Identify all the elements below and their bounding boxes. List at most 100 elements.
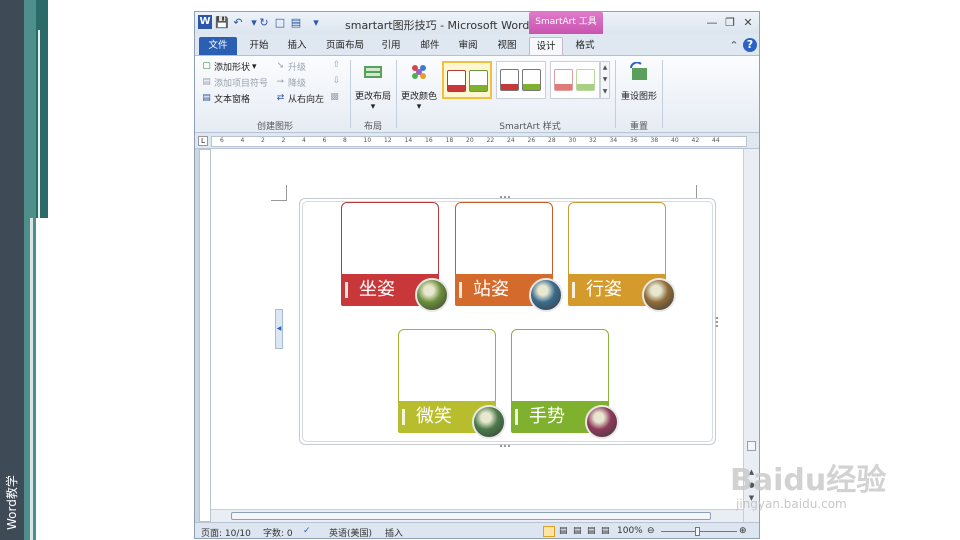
- card-photo-circle[interactable]: [585, 405, 619, 439]
- tab-page-layout[interactable]: 页面布局: [323, 37, 367, 55]
- smartart-card-1[interactable]: 坐姿: [341, 202, 449, 312]
- ruler-number: 2: [281, 137, 286, 144]
- ruler-number: 24: [507, 137, 515, 144]
- card-picture-placeholder[interactable]: [455, 202, 553, 284]
- draft-view-icon[interactable]: ▤: [601, 526, 610, 536]
- add-shape-button[interactable]: ▢ 添加形状 ▾: [201, 60, 256, 73]
- ruler-number: 22: [486, 137, 495, 144]
- smartart-card-2[interactable]: 站姿: [455, 202, 563, 312]
- word-app-icon[interactable]: W: [198, 15, 212, 29]
- new-document-icon[interactable]: □: [273, 16, 287, 30]
- card-text[interactable]: 行姿: [586, 279, 622, 300]
- right-to-left-label: 从右向左: [288, 95, 325, 105]
- tab-selector[interactable]: L: [198, 136, 208, 146]
- text-pane-icon: ▤: [202, 93, 211, 103]
- web-layout-view-icon[interactable]: ▤: [573, 526, 582, 536]
- text-pane-button[interactable]: ▤ 文本窗格: [201, 92, 250, 105]
- save-icon[interactable]: 💾: [215, 16, 229, 30]
- card-text[interactable]: 微笑: [416, 406, 452, 427]
- add-bullet-button[interactable]: ▤ 添加项目符号: [201, 76, 268, 89]
- card-photo-circle[interactable]: [472, 405, 506, 439]
- smartart-style-1[interactable]: [442, 61, 492, 99]
- document-page[interactable]: ◀ 坐姿 站姿 行姿 微笑 手势: [211, 149, 743, 522]
- smartart-style-3[interactable]: [550, 61, 600, 99]
- print-layout-view-icon[interactable]: [543, 526, 555, 537]
- horizontal-scrollbar[interactable]: [211, 509, 743, 522]
- card-picture-placeholder[interactable]: [341, 202, 439, 284]
- smartart-tools-context-tab: SmartArt 工具: [529, 12, 603, 34]
- card-photo-circle[interactable]: [642, 278, 676, 312]
- smartart-frame[interactable]: 坐姿 站姿 行姿 微笑 手势: [299, 196, 718, 447]
- tab-insert[interactable]: 插入: [283, 37, 311, 55]
- tab-view[interactable]: 视图: [493, 37, 521, 55]
- ribbon-collapse-icon[interactable]: ⌃: [727, 39, 741, 53]
- redo-icon[interactable]: ↻: [257, 16, 271, 30]
- tab-review[interactable]: 审阅: [454, 37, 482, 55]
- restore-icon[interactable]: ❐: [723, 16, 737, 30]
- card-text[interactable]: 手势: [529, 406, 565, 427]
- zoom-out-icon[interactable]: ⊖: [647, 526, 655, 536]
- smartart-card-5[interactable]: 手势: [511, 329, 619, 439]
- reset-graphic-button[interactable]: 重设图形: [619, 61, 659, 102]
- smartart-style-2[interactable]: [496, 61, 546, 99]
- undo-icon[interactable]: ↶: [231, 16, 245, 30]
- horizontal-ruler[interactable]: L 6 4 2 2 4 6 8 10 12 14 16 18 20 22 24 26 28 30 32 34 36 38 4…: [195, 133, 759, 149]
- resize-handle-top[interactable]: [500, 196, 510, 199]
- right-to-left-button[interactable]: ⇄ 从右向左: [275, 92, 324, 105]
- card-picture-placeholder[interactable]: [511, 329, 609, 411]
- proofing-icon[interactable]: ✓: [303, 526, 311, 536]
- group-separator: [350, 60, 351, 128]
- print-preview-icon[interactable]: ▤: [289, 16, 303, 30]
- ruler-number: 42: [691, 137, 700, 144]
- demote-label: 降级: [288, 79, 307, 89]
- change-colors-button[interactable]: 更改颜色 ▾: [399, 62, 439, 112]
- promote-button[interactable]: ➘ 升级: [275, 60, 306, 73]
- tab-format[interactable]: 格式: [570, 37, 600, 55]
- zoom-in-icon[interactable]: ⊕: [739, 526, 747, 536]
- zoom-slider-thumb[interactable]: [695, 527, 700, 536]
- style-gallery-scroll[interactable]: ▲ ▼ ▼: [600, 61, 610, 99]
- card-picture-placeholder[interactable]: [568, 202, 666, 284]
- minimize-icon[interactable]: —: [705, 16, 719, 30]
- slide-left-line: [38, 30, 40, 218]
- help-icon[interactable]: ?: [743, 38, 757, 52]
- outline-view-icon[interactable]: ▤: [587, 526, 596, 536]
- demote-button[interactable]: ➙ 降级: [275, 76, 306, 89]
- card-photo-circle[interactable]: [529, 278, 563, 312]
- layout-options-button[interactable]: ▩: [329, 92, 340, 103]
- smartart-card-4[interactable]: 微笑: [398, 329, 506, 439]
- vertical-ruler[interactable]: [199, 149, 211, 522]
- status-language[interactable]: 英语(美国): [329, 526, 372, 538]
- tab-mailings[interactable]: 邮件: [416, 37, 444, 55]
- title-bar: W 💾 ↶ ▾ ↻ □ ▤ ▾ smartart图形技巧 - Microsoft…: [195, 12, 759, 34]
- card-text[interactable]: 坐姿: [359, 279, 395, 300]
- tab-home[interactable]: 开始: [245, 37, 273, 55]
- move-up-button[interactable]: ⇧: [331, 60, 342, 71]
- card-photo-circle[interactable]: [415, 278, 449, 312]
- status-insert-mode[interactable]: 插入: [385, 526, 403, 538]
- tab-file[interactable]: 文件: [199, 37, 237, 55]
- add-shape-icon: ▢: [202, 61, 211, 71]
- text-pane-toggle[interactable]: ◀: [275, 309, 283, 349]
- customize-toolbar-icon[interactable]: ▾: [309, 16, 323, 30]
- status-word-count[interactable]: 字数: 0: [263, 526, 293, 538]
- tab-references[interactable]: 引用: [377, 37, 405, 55]
- status-page[interactable]: 页面: 10/10: [201, 526, 251, 538]
- add-shape-label: 添加形状: [214, 63, 251, 73]
- card-picture-placeholder[interactable]: [398, 329, 496, 411]
- full-screen-view-icon[interactable]: ▤: [559, 526, 568, 536]
- status-zoom[interactable]: 100%: [617, 526, 643, 536]
- group-label-create: 创建图形: [256, 122, 293, 132]
- move-down-button[interactable]: ⇩: [331, 76, 342, 87]
- group-separator: [662, 60, 663, 128]
- resize-handle-right[interactable]: [715, 317, 718, 327]
- smartart-card-3[interactable]: 行姿: [568, 202, 676, 312]
- card-text[interactable]: 站姿: [473, 279, 509, 300]
- horizontal-scroll-thumb[interactable]: [231, 512, 711, 520]
- ruler-number: 16: [425, 137, 433, 144]
- tab-design[interactable]: 设计: [529, 37, 563, 55]
- close-icon[interactable]: ✕: [741, 16, 755, 30]
- vertical-scroll-thumb[interactable]: [747, 441, 756, 451]
- change-layout-button[interactable]: 更改布局 ▾: [353, 62, 393, 112]
- resize-handle-bottom[interactable]: [500, 444, 510, 447]
